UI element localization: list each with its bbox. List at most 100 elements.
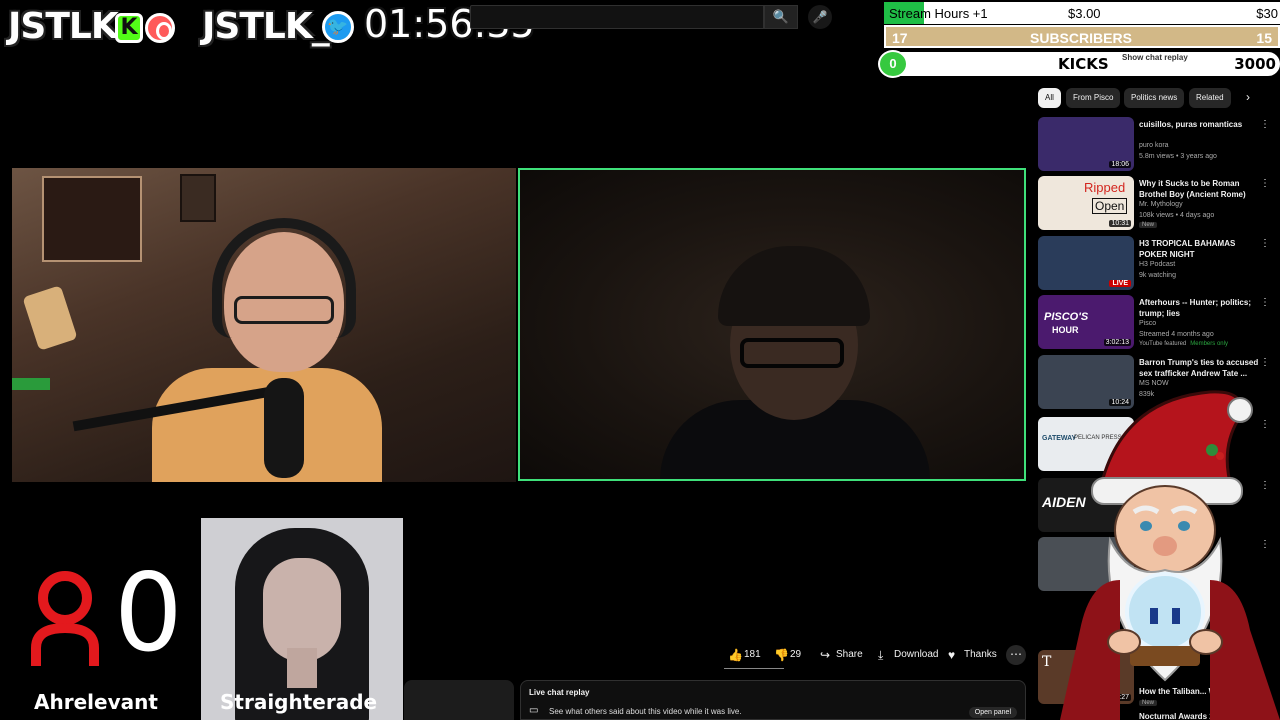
kicks-label: KICKS (1058, 55, 1109, 73)
list-item[interactable]: PISCO'S HOUR 3:02:13 Afterhours -- Hunte… (1038, 295, 1280, 351)
left-streamer-name: Ahrelevant (34, 690, 158, 714)
like-count: 181 (744, 649, 761, 660)
wall-poster (42, 176, 142, 262)
more-icon[interactable]: ⋮ (1260, 178, 1270, 189)
chip-from-pisco[interactable]: From Pisco (1066, 88, 1121, 108)
dislike-button[interactable]: 👎 29 (772, 645, 801, 665)
more-icon[interactable]: ⋮ (1260, 119, 1270, 130)
kick-logo-icon: K (115, 13, 143, 43)
subscribers-target: 15 (1256, 30, 1272, 46)
kicks-goal: 0 KICKS Show chat replay 3000 (878, 50, 1280, 78)
thanks-label: Thanks (964, 649, 997, 660)
avatar-neck (287, 648, 317, 688)
dislike-count: 29 (790, 649, 802, 660)
video-meta: 9k watching (1139, 272, 1176, 279)
featured-label: YouTube featured Members only (1139, 341, 1228, 347)
webcam-feed-right (518, 168, 1026, 481)
microphone (264, 378, 304, 478)
thanks-button[interactable]: ♥ Thanks (946, 645, 997, 665)
channel-name[interactable]: Mr. Mythology (1139, 201, 1183, 208)
search-input[interactable] (470, 5, 764, 29)
open-panel-button[interactable]: Open panel (968, 707, 1017, 718)
more-icon[interactable]: ⋮ (1260, 357, 1270, 368)
video-thumbnail[interactable]: PISCO'S HOUR 3:02:13 (1038, 295, 1134, 349)
download-button[interactable]: ⤓ Download (876, 645, 938, 665)
webcam-feed-left (12, 168, 516, 482)
channel-name[interactable]: Pisco (1139, 320, 1156, 327)
thanks-icon: ♥ (948, 648, 956, 662)
search-icon[interactable]: 🔍 (764, 5, 798, 29)
list-item[interactable]: 18:06 cuisillos, puras romanticas puro k… (1038, 117, 1280, 173)
live-badge: LIVE (1109, 280, 1131, 287)
more-icon[interactable]: ⋮ (1260, 238, 1270, 249)
share-label: Share (836, 649, 863, 660)
video-title[interactable]: cuisillos, puras romanticas (1139, 119, 1259, 130)
chevron-right-icon[interactable]: › (1246, 90, 1250, 104)
share-icon: ↪ (820, 648, 831, 662)
live-chat-title: Live chat replay (529, 688, 590, 697)
more-icon[interactable]: ⋮ (1260, 297, 1270, 308)
video-title[interactable]: Why it Sucks to be Roman Brothel Boy (An… (1139, 178, 1259, 200)
twitter-bird-icon: 🐦 (322, 11, 354, 43)
thumb-text: Open (1092, 198, 1128, 214)
subscribers-current: 17 (892, 30, 908, 46)
description-card[interactable] (404, 680, 514, 720)
thumbs-up-icon: 👍 (728, 648, 743, 662)
twitter-handle-logo: JSTLK_ (202, 6, 330, 47)
thumbs-down-icon: 👎 (774, 648, 789, 662)
lamp-shade (22, 285, 78, 351)
santa-sticker-image (1060, 390, 1280, 720)
duration-badge: 10:31 (1109, 220, 1131, 227)
kick-handle-logo: JSTLK (8, 6, 119, 47)
chip-politics-news[interactable]: Politics news (1124, 88, 1185, 108)
thumb-text: T (1042, 654, 1052, 670)
chip-all[interactable]: All (1038, 88, 1061, 108)
like-ratio-bar (724, 668, 784, 669)
like-button[interactable]: 👍 181 (726, 645, 761, 665)
channel-name[interactable]: H3 Podcast (1139, 261, 1175, 268)
viewer-person-icon (31, 571, 99, 666)
thumb-text: PISCO'S (1044, 311, 1089, 323)
avatar-face (263, 558, 341, 662)
video-title[interactable]: H3 TROPICAL BAHAMAS POKER NIGHT EXTRAVAG… (1139, 238, 1259, 260)
subscribers-goal: 17 SUBSCRIBERS 15 (884, 25, 1280, 48)
record-icon (145, 13, 175, 43)
video-meta: 108k views • 4 days ago (1139, 212, 1215, 219)
stream-hours-amount: $3.00 (1068, 6, 1101, 21)
video-thumbnail[interactable]: Ripped Open 10:31 (1038, 176, 1134, 230)
chip-related[interactable]: Related (1189, 88, 1231, 108)
thumb-text: HOUR (1052, 325, 1079, 335)
stream-hours-goal: Stream Hours +1 $3.00 $30 (884, 2, 1280, 24)
microphone-icon[interactable]: 🎤 (808, 5, 832, 29)
video-meta: 5.8m views • 3 years ago (1139, 153, 1217, 160)
subscribers-label: SUBSCRIBERS (1030, 30, 1132, 46)
video-title[interactable]: Barron Trump's ties to accused sex traff… (1139, 357, 1259, 379)
kicks-target: 3000 (1234, 55, 1276, 73)
list-item[interactable]: Ripped Open 10:31 Why it Sucks to be Rom… (1038, 176, 1280, 232)
more-icon[interactable]: ⋯ (1006, 645, 1026, 665)
stream-hours-label: Stream Hours +1 (889, 6, 988, 21)
video-title[interactable]: Afterhours -- Hunter; politics; trump; l… (1139, 297, 1259, 319)
duration-badge: 18:06 (1109, 161, 1131, 168)
thumb-text: Ripped (1084, 180, 1126, 195)
wall-frame (180, 174, 216, 222)
live-chat-description: See what others said about this video wh… (549, 707, 742, 716)
download-label: Download (894, 649, 939, 660)
guest-beanie (718, 246, 870, 326)
channel-name[interactable]: puro kora (1139, 142, 1169, 149)
live-chat-replay-panel: Live chat replay ▭ See what others said … (520, 680, 1026, 720)
share-button[interactable]: ↪ Share (818, 645, 863, 665)
video-meta: Streamed 4 months ago (1139, 331, 1214, 338)
download-icon: ⤓ (878, 648, 884, 662)
duration-badge: 3:02:13 (1103, 339, 1131, 346)
video-thumbnail[interactable]: LIVE (1038, 236, 1134, 290)
guest-glasses (740, 338, 844, 368)
glasses (234, 296, 334, 324)
stream-hours-target: $30 (1256, 6, 1278, 21)
video-thumbnail[interactable]: 18:06 (1038, 117, 1134, 171)
list-item[interactable]: LIVE H3 TROPICAL BAHAMAS POKER NIGHT EXT… (1038, 236, 1280, 292)
featured-text: YouTube featured (1139, 341, 1187, 347)
show-chat-replay-link[interactable]: Show chat replay (1122, 53, 1188, 62)
members-only-badge: Members only (1190, 341, 1228, 347)
kicks-current: 0 (878, 50, 908, 78)
